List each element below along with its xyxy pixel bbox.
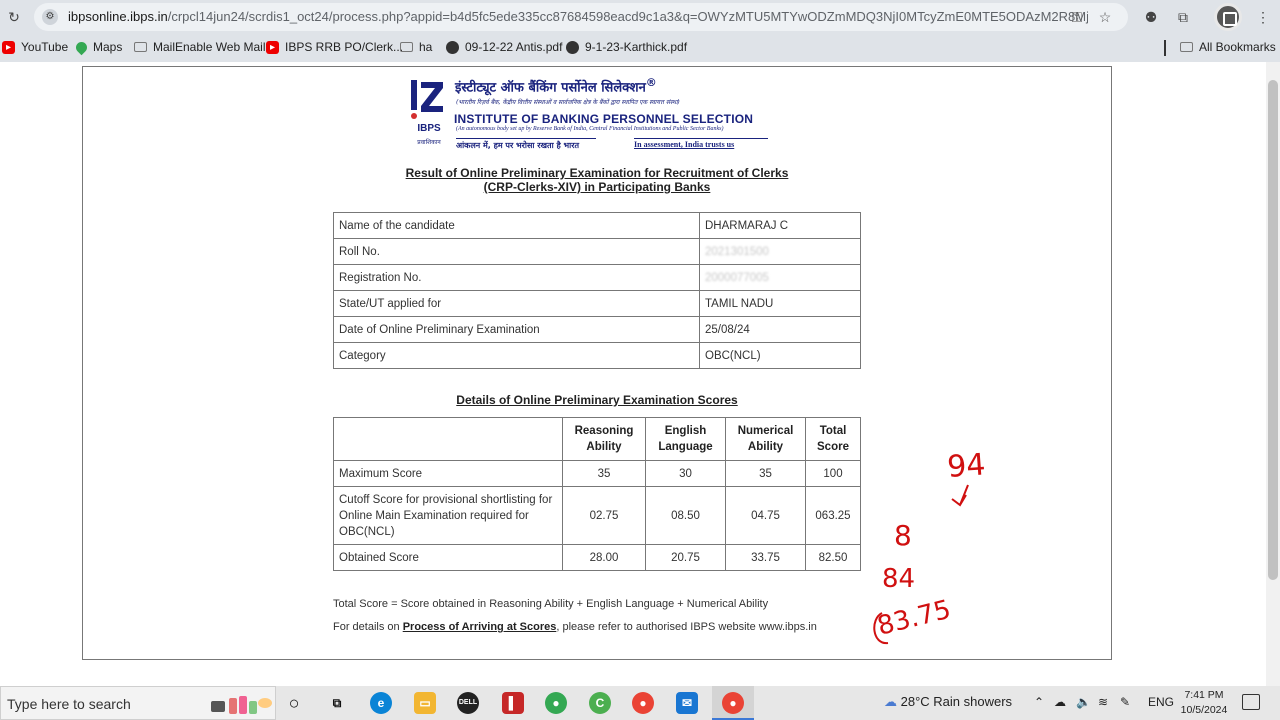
network-cloud-icon[interactable]: ☁ xyxy=(1054,695,1066,709)
result-title: Result of Online Preliminary Examination… xyxy=(405,166,789,194)
notification-icon[interactable] xyxy=(1242,694,1260,710)
mail-icon xyxy=(400,42,413,52)
youtube-icon: ▸ xyxy=(266,40,279,54)
extension-robot-icon[interactable]: ⚉ xyxy=(1140,6,1162,28)
page-viewport: IBPS प्रवाशिकान इंस्टीट्यूट ऑफ बैंकिंग प… xyxy=(0,62,1280,686)
table-row: Registration No. 2000077005 xyxy=(333,264,861,291)
globe-icon xyxy=(446,40,459,54)
table-row: Category OBC(NCL) xyxy=(333,342,861,369)
task-view-icon[interactable]: ⧉ xyxy=(326,692,348,714)
total-score-note: Total Score = Score obtained in Reasonin… xyxy=(333,598,769,610)
rain-cloud-icon: ☁ xyxy=(884,694,897,709)
process-of-scores-link[interactable]: Process of Arriving at Scores xyxy=(403,621,557,633)
browser-toolbar: ↻ ⚙ ibpsonline.ibps.in/crpcl14jun24/scrd… xyxy=(0,0,1280,34)
chrome-icon: ● xyxy=(722,692,744,714)
table-row: Maximum Score 35 30 35 100 xyxy=(333,460,861,487)
page-scrollbar[interactable] xyxy=(1266,62,1280,686)
ibps-english-subtitle: (An autonomous body set up by Reserve Ba… xyxy=(456,126,724,132)
table-row: Cutoff Score for provisional shortlistin… xyxy=(333,486,861,545)
search-highlight-icon xyxy=(211,696,272,714)
mail-icon xyxy=(134,42,147,52)
youtube-icon: ▸ xyxy=(2,40,15,54)
chrome-icon[interactable]: ● xyxy=(545,692,567,714)
folder-icon xyxy=(1180,42,1193,52)
weather-widget[interactable]: ☁ 28°C Rain showers xyxy=(884,694,1012,710)
volume-icon[interactable]: 🔈 xyxy=(1076,695,1091,709)
details-note: For details on Process of Arriving at Sc… xyxy=(333,621,817,633)
scores-title: Details of Online Preliminary Examinatio… xyxy=(456,393,738,407)
all-bookmarks-button[interactable]: All Bookmarks xyxy=(1180,40,1276,54)
bookmark-maps[interactable]: Maps xyxy=(73,39,122,55)
table-row: Obtained Score 28.00 20.75 33.75 82.50 xyxy=(333,544,861,571)
ibps-logo: IBPS प्रवाशिकान xyxy=(411,80,443,146)
pen-icon[interactable]: ✎ xyxy=(1120,695,1130,709)
file-explorer-icon[interactable]: ▭ xyxy=(414,692,436,714)
chrome-canary-icon[interactable]: C xyxy=(589,692,611,714)
menu-kebab-icon[interactable]: ⋮ xyxy=(1252,6,1274,28)
edge-browser-icon[interactable]: e xyxy=(370,692,392,714)
svg-text:84: 84 xyxy=(882,564,915,594)
windows-taskbar: Type here to search ○ ⧉ e ▭ DELL ▌ ● C ●… xyxy=(0,686,1280,720)
arrow-down-icon xyxy=(951,484,969,507)
bookmarks-bar: ▸ YouTube Maps MailEnable Web Mail ▸ IBPS … xyxy=(0,34,1280,62)
globe-icon xyxy=(566,40,579,54)
table-row: Roll No. 2021301500 xyxy=(333,238,861,265)
bookmark-ha[interactable]: ha xyxy=(400,40,432,54)
site-info-icon[interactable]: ⚙ xyxy=(42,9,58,25)
roll-number: 2021301500 xyxy=(699,238,861,265)
taskbar-search[interactable]: Type here to search xyxy=(0,686,276,720)
wifi-icon[interactable]: ≋ xyxy=(1098,695,1108,709)
profile-avatar[interactable] xyxy=(1214,3,1242,31)
handwritten-annotations: 94 8 84 83.75 xyxy=(873,447,987,645)
reload-icon[interactable]: ↻ xyxy=(4,7,24,27)
password-key-icon[interactable]: ⚿ xyxy=(1068,8,1086,26)
language-indicator[interactable]: ENG xyxy=(1148,695,1174,709)
ibps-english-name: INSTITUTE OF BANKING PERSONNEL SELECTION xyxy=(454,112,754,126)
svg-text:94: 94 xyxy=(946,447,987,485)
dell-icon[interactable]: DELL xyxy=(457,692,479,714)
svg-text:8: 8 xyxy=(894,519,912,552)
maps-icon xyxy=(73,39,90,55)
bookmarks-separator xyxy=(1164,40,1166,56)
ibps-tagline-hindi: आंकलन में, हम पर भरोसा रखता है भारत xyxy=(456,138,596,151)
bookmark-ibps-rrb[interactable]: ▸ IBPS RRB PO/Clerk... xyxy=(266,40,403,54)
table-row: State/UT applied for TAMIL NADU xyxy=(333,290,861,317)
ibps-tagline-english: In assessment, India trusts us xyxy=(634,138,768,149)
system-clock[interactable]: 7:41 PM 10/5/2024 xyxy=(1176,688,1232,718)
bookmark-youtube[interactable]: ▸ YouTube xyxy=(2,40,68,54)
cortana-circle-icon[interactable]: ○ xyxy=(283,692,305,714)
mail-app-icon[interactable]: ✉ xyxy=(676,692,698,714)
category: OBC(NCL) xyxy=(699,342,861,369)
svg-text:IBPS: IBPS xyxy=(417,123,441,134)
bookmark-star-icon[interactable]: ☆ xyxy=(1096,8,1114,26)
bookmark-antis-pdf[interactable]: 09-12-22 Antis.pdf xyxy=(446,40,562,54)
table-row: Name of the candidate DHARMARAJ C xyxy=(333,212,861,239)
state-applied: TAMIL NADU xyxy=(699,290,861,317)
extensions-puzzle-icon[interactable]: ⧉ xyxy=(1172,6,1194,28)
candidate-name: DHARMARAJ C xyxy=(699,212,861,239)
ibps-hindi-subtitle: (भारतीय रिज़र्व बैंक, केंद्रीय वित्तीय स… xyxy=(456,99,680,106)
scrollbar-thumb[interactable] xyxy=(1268,80,1278,580)
bookmark-karthick-pdf[interactable]: 9-1-23-Karthick.pdf xyxy=(566,40,687,54)
address-bar[interactable]: ⚙ ibpsonline.ibps.in/crpcl14jun24/scrdis… xyxy=(34,3,1128,31)
exam-date: 25/08/24 xyxy=(699,316,861,343)
svg-text:प्रवाशिकान: प्रवाशिकान xyxy=(417,138,441,146)
scores-header-row: Reasoning Ability English Language Numer… xyxy=(333,417,861,461)
ibps-hindi-name: इंस्टीट्यूट ऑफ बैंकिंग पर्सोनेल सिलेक्शन… xyxy=(455,76,657,96)
svg-text:83.75: 83.75 xyxy=(874,595,953,642)
bookmark-mailenable[interactable]: MailEnable Web Mail xyxy=(134,40,266,54)
office-app-icon[interactable]: ▌ xyxy=(502,692,524,714)
chrome-profile-icon[interactable]: ● xyxy=(632,692,654,714)
active-chrome-window[interactable]: ● xyxy=(712,686,754,720)
scores-table: Reasoning Ability English Language Numer… xyxy=(333,417,861,571)
table-row: Date of Online Preliminary Examination 25… xyxy=(333,316,861,343)
candidate-details-table: Name of the candidate DHARMARAJ C Roll No… xyxy=(333,212,861,369)
registration-number: 2000077005 xyxy=(699,264,861,291)
tray-chevron-icon[interactable]: ⌃ xyxy=(1034,695,1044,709)
url-text[interactable]: ibpsonline.ibps.in/crpcl14jun24/scrdis1_… xyxy=(68,9,1088,24)
